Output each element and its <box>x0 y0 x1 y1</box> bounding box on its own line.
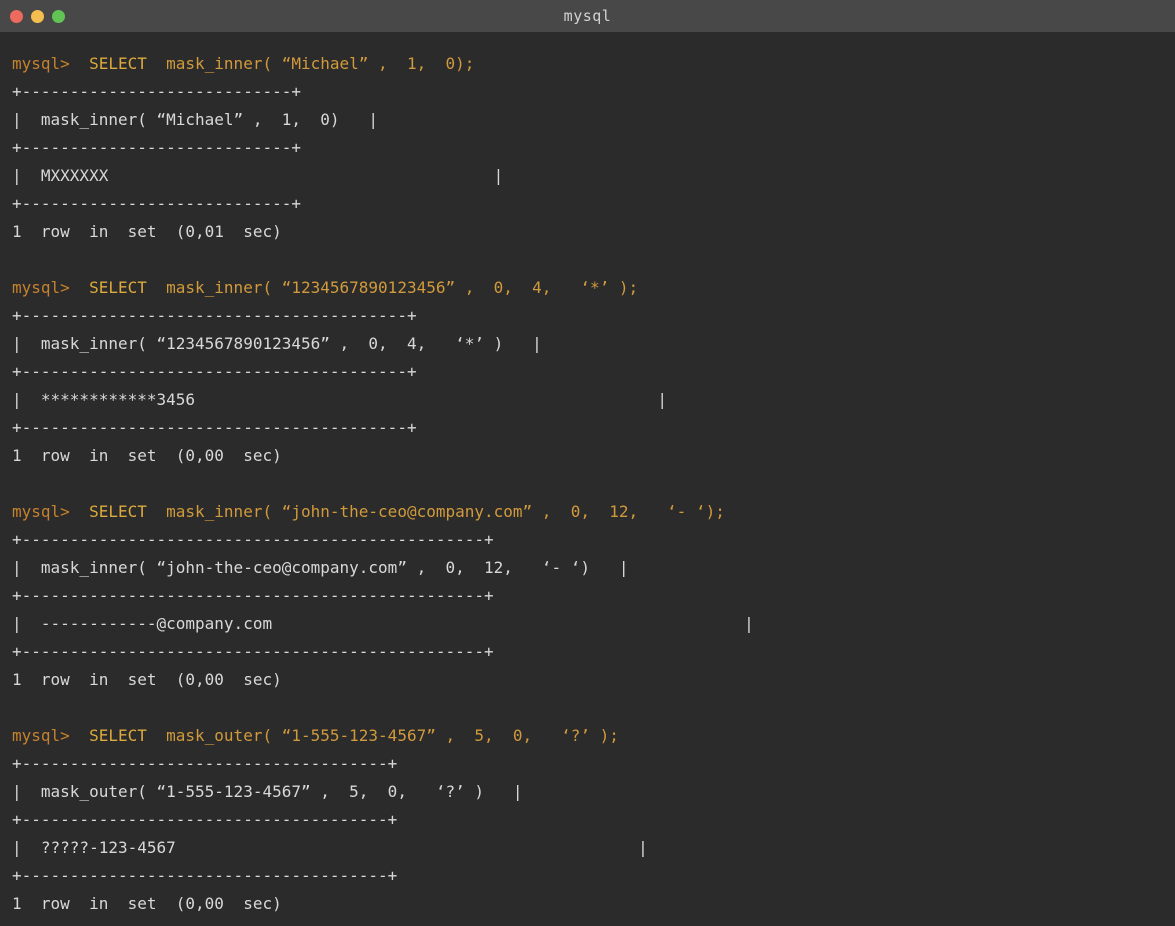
mysql-prompt: mysql> <box>12 278 70 297</box>
table-header-row: | mask_inner( “1234567890123456” , 0, 4,… <box>12 330 1167 358</box>
table-data-row: | ************3456 | <box>12 386 1167 414</box>
table-border-top: +--------------------------------------+ <box>12 750 1167 778</box>
window-titlebar: mysql <box>0 0 1175 32</box>
table-border-middle: +--------------------------------------+ <box>12 806 1167 834</box>
window-title: mysql <box>564 7 612 25</box>
table-data-row: | ?????-123-4567 | <box>12 834 1167 862</box>
sql-keyword: SELECT <box>70 502 166 521</box>
sql-expression: mask_inner( “john-the-ceo@company.com” ,… <box>166 502 725 521</box>
terminal-content: mysql> SELECT mask_inner( “Michael” , 1,… <box>0 32 1175 926</box>
row-count-status: 1 row in set (0,01 sec) <box>12 218 1167 246</box>
table-data-row: | ------------@company.com | <box>12 610 1167 638</box>
terminal-window: mysql mysql> SELECT mask_inner( “Michael… <box>0 0 1175 926</box>
sql-expression: mask_inner( “Michael” , 1, 0); <box>166 54 474 73</box>
query-result-block: mysql> SELECT mask_inner( “Michael” , 1,… <box>12 50 1167 246</box>
table-border-top: +----------------------------+ <box>12 78 1167 106</box>
sql-keyword: SELECT <box>70 726 166 745</box>
window-controls <box>10 0 65 32</box>
close-button[interactable] <box>10 10 23 23</box>
query-line: mysql> SELECT mask_inner( “1234567890123… <box>12 274 1167 302</box>
table-header-row: | mask_inner( “Michael” , 1, 0) | <box>12 106 1167 134</box>
table-border-bottom: +--------------------------------------+ <box>12 862 1167 890</box>
row-count-status: 1 row in set (0,00 sec) <box>12 442 1167 470</box>
table-border-middle: +---------------------------------------… <box>12 582 1167 610</box>
table-border-middle: +---------------------------------------… <box>12 358 1167 386</box>
row-count-status: 1 row in set (0,00 sec) <box>12 890 1167 918</box>
query-line: mysql> SELECT mask_inner( “Michael” , 1,… <box>12 50 1167 78</box>
table-border-bottom: +----------------------------+ <box>12 190 1167 218</box>
sql-expression: mask_inner( “1234567890123456” , 0, 4, ‘… <box>166 278 638 297</box>
mysql-prompt: mysql> <box>12 726 70 745</box>
table-border-bottom: +---------------------------------------… <box>12 638 1167 666</box>
table-data-row: | MXXXXXX | <box>12 162 1167 190</box>
query-line: mysql> SELECT mask_outer( “1-555-123-456… <box>12 722 1167 750</box>
query-line: mysql> SELECT mask_inner( “john-the-ceo@… <box>12 498 1167 526</box>
table-border-middle: +----------------------------+ <box>12 134 1167 162</box>
sql-keyword: SELECT <box>70 54 166 73</box>
minimize-button[interactable] <box>31 10 44 23</box>
table-border-top: +---------------------------------------… <box>12 526 1167 554</box>
table-border-top: +---------------------------------------… <box>12 302 1167 330</box>
row-count-status: 1 row in set (0,00 sec) <box>12 666 1167 694</box>
table-border-bottom: +---------------------------------------… <box>12 414 1167 442</box>
table-header-row: | mask_outer( “1-555-123-4567” , 5, 0, ‘… <box>12 778 1167 806</box>
mysql-prompt: mysql> <box>12 502 70 521</box>
query-result-block: mysql> SELECT mask_outer( “1-555-123-456… <box>12 722 1167 918</box>
query-result-block: mysql> SELECT mask_inner( “1234567890123… <box>12 274 1167 470</box>
mysql-prompt: mysql> <box>12 54 70 73</box>
zoom-button[interactable] <box>52 10 65 23</box>
table-header-row: | mask_inner( “john-the-ceo@company.com”… <box>12 554 1167 582</box>
sql-keyword: SELECT <box>70 278 166 297</box>
query-result-block: mysql> SELECT mask_inner( “john-the-ceo@… <box>12 498 1167 694</box>
sql-expression: mask_outer( “1-555-123-4567” , 5, 0, ‘?’… <box>166 726 619 745</box>
